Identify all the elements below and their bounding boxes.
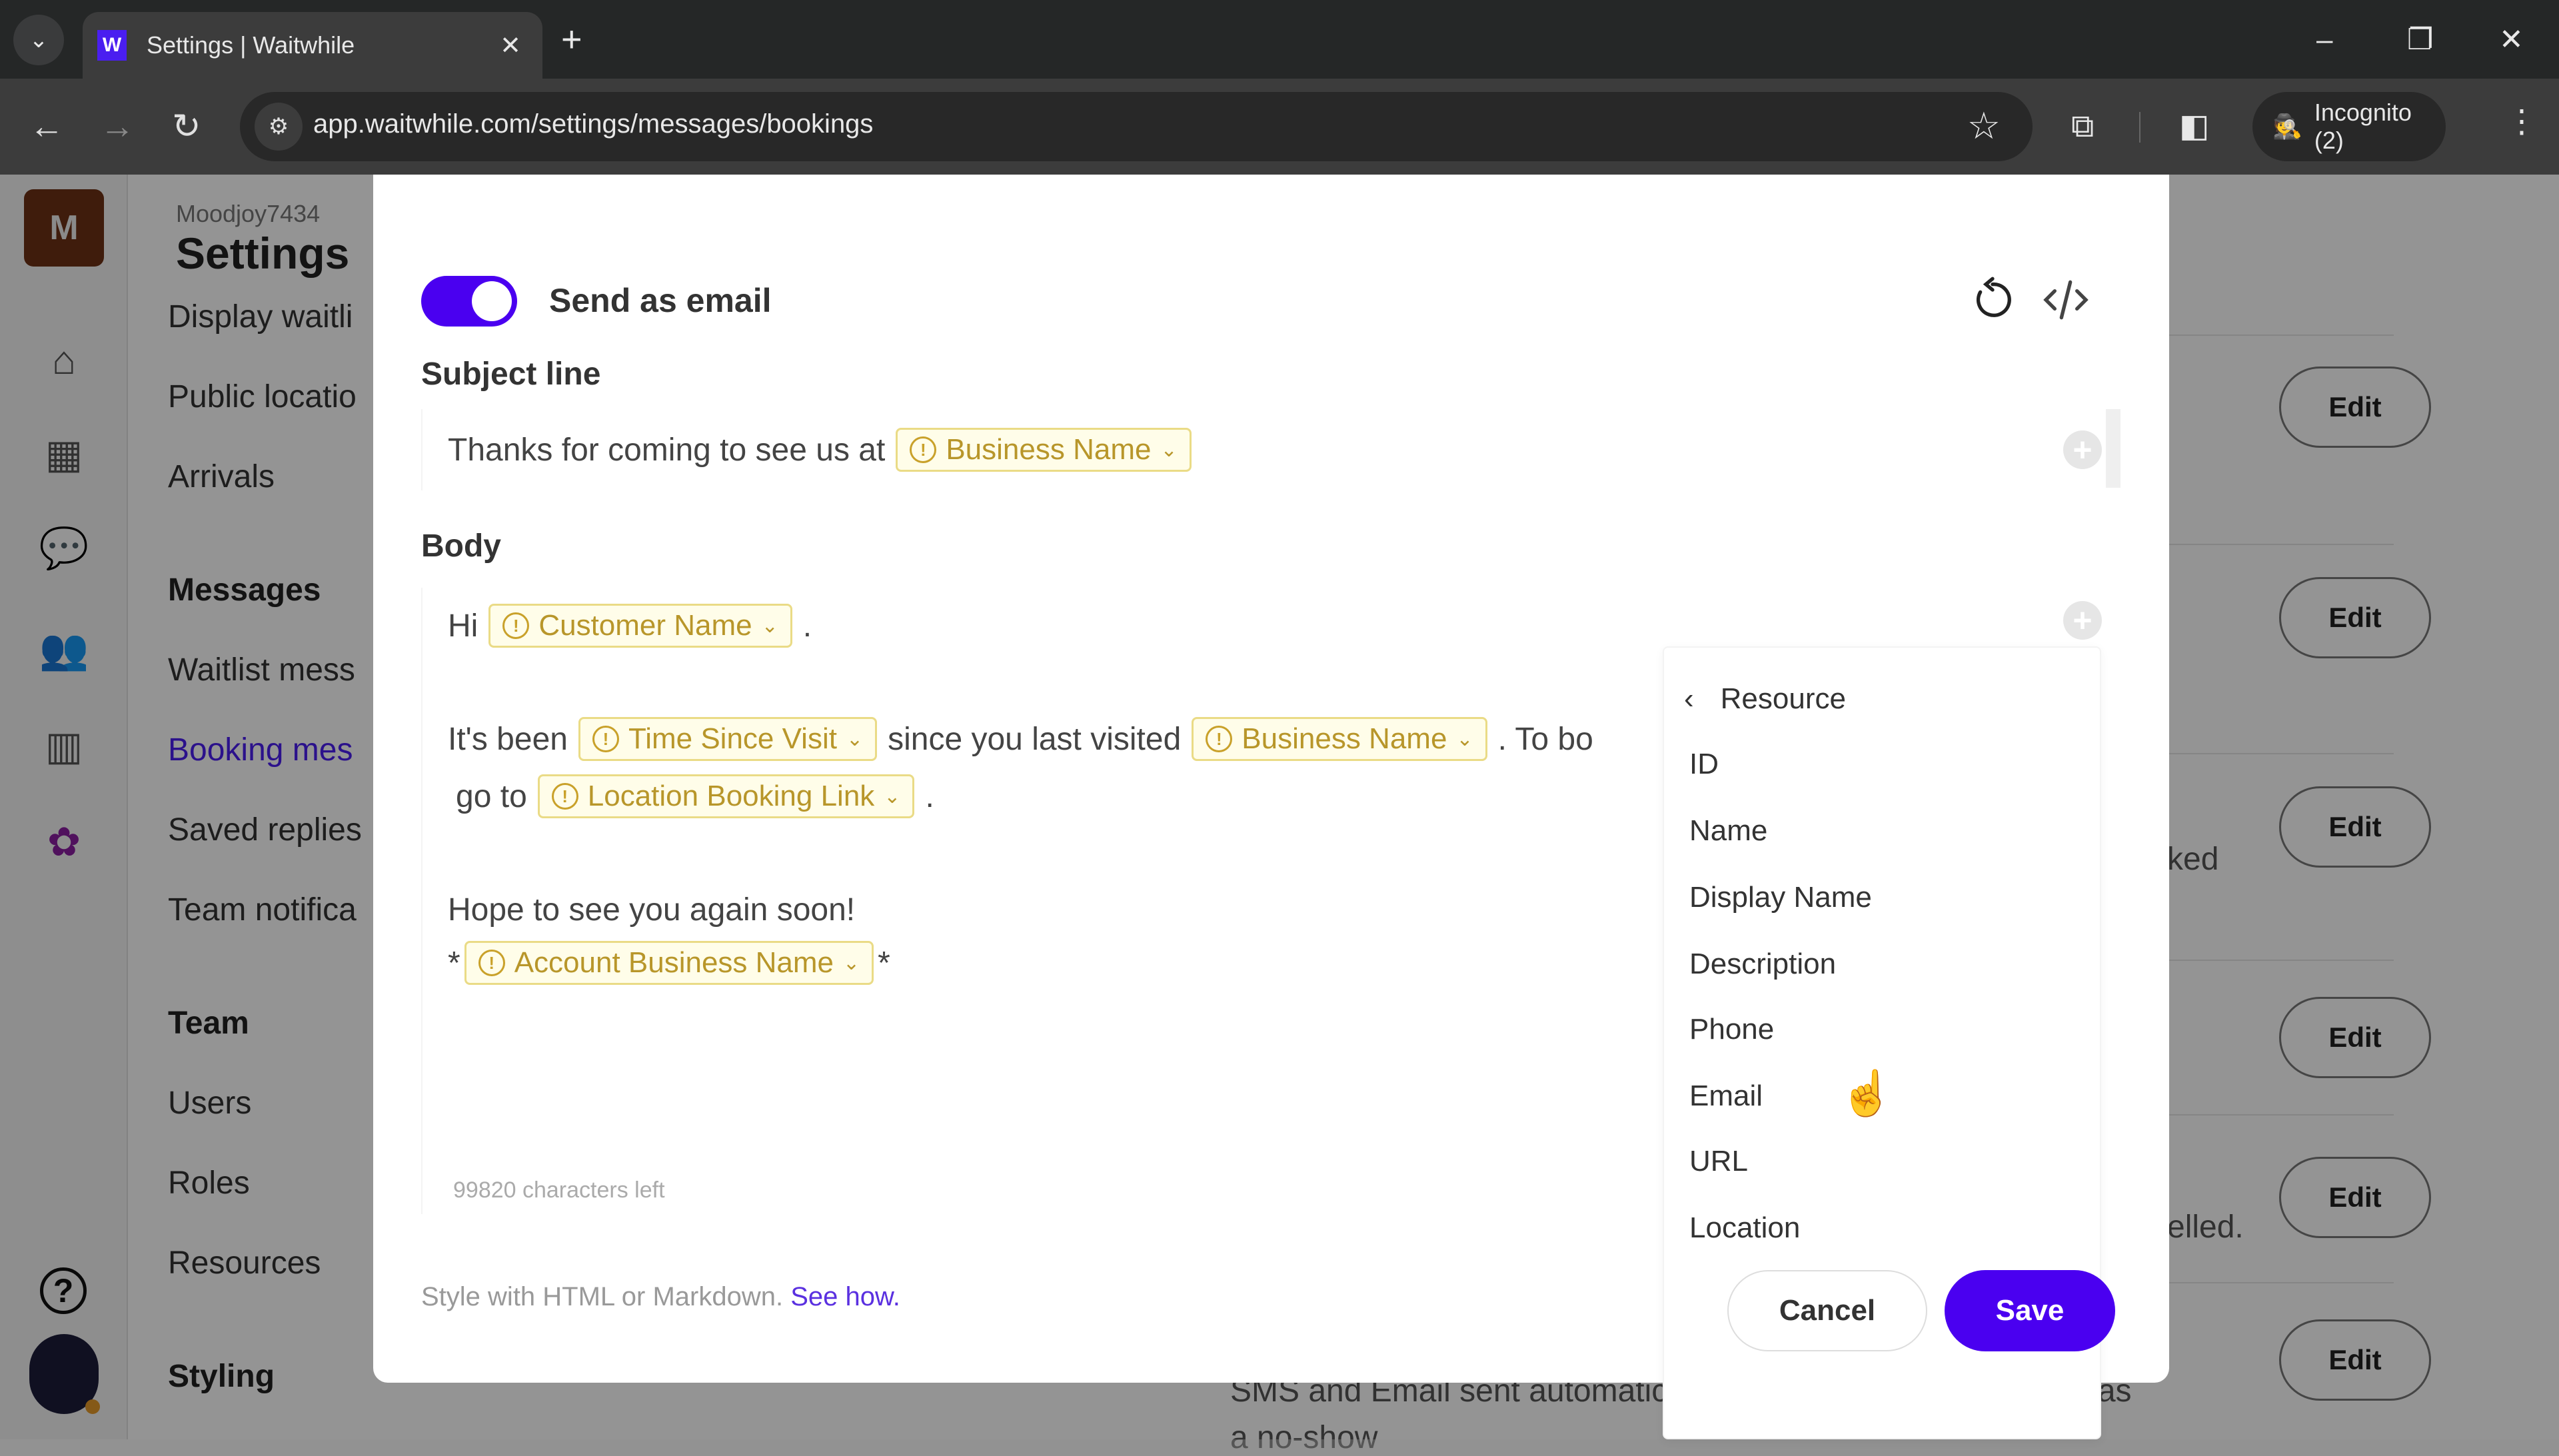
subject-line-input[interactable]: Thanks for coming to see us at ! Busines… [421,409,2101,490]
waitwhile-favicon-icon: W [97,30,127,61]
incognito-icon: 🕵 [2272,113,2302,140]
variable-chip-time-since-visit[interactable]: ! Time Since Visit ⌄ [578,717,878,761]
restore-icon[interactable]: ❐ [2407,13,2433,67]
chevron-down-icon: ⌄ [761,614,778,637]
chip-label: Time Since Visit [628,722,837,755]
warning-icon: ! [478,950,505,976]
warning-icon: ! [592,726,619,752]
chevron-down-icon: ⌄ [843,952,860,974]
hint-text: Style with HTML or Markdown. [421,1282,784,1311]
chip-label: Business Name [1242,722,1447,755]
address-bar[interactable]: ⚙ app.waitwhile.com/settings/messages/bo… [240,92,2033,161]
body-text: It's been [448,721,568,757]
tab-search-button[interactable]: ⌄ [13,15,64,65]
bookmark-star-icon[interactable]: ☆ [1967,104,2001,148]
body-text: since you last visited [888,721,1182,757]
dropdown-category-label: Resource [1720,682,1846,715]
chevron-down-icon: ⌄ [1160,438,1178,461]
chip-label: Location Booking Link [587,780,875,812]
chevron-down-icon: ⌄ [1456,728,1473,750]
variable-chip-location-booking-link[interactable]: ! Location Booking Link ⌄ [537,774,915,818]
browser-tab-active[interactable]: W Settings | Waitwhile ✕ [83,12,542,79]
incognito-label: Incognito (2) [2314,99,2412,154]
send-as-email-label: Send as email [549,282,772,319]
characters-left: 99820 characters left [453,1177,665,1203]
save-button[interactable]: Save [1945,1270,2115,1351]
pointer-cursor-icon: ☝ [1839,1068,1895,1117]
back-arrow-icon[interactable]: ← [29,105,64,148]
body-text: . [802,608,812,644]
site-info-icon[interactable]: ⚙ [255,103,303,151]
chip-label: Customer Name [538,609,752,642]
cancel-button[interactable]: Cancel [1727,1270,1927,1351]
reload-icon[interactable]: ↻ [172,105,201,148]
browser-tab-bar: ⌄ W Settings | Waitwhile ✕ + – ❐ ✕ [0,0,2559,79]
dropdown-item-email[interactable]: Email [1689,1080,1763,1113]
side-panel-icon[interactable]: ◧ [2179,107,2209,147]
window-close-icon[interactable]: ✕ [2499,13,2524,67]
warning-icon: ! [1206,726,1233,752]
dropdown-item-description[interactable]: Description [1689,948,1836,981]
body-text: * [448,945,460,981]
dropdown-back-button[interactable]: ‹ Resource [1684,682,1846,716]
url-text[interactable]: app.waitwhile.com/settings/messages/book… [313,109,873,139]
chip-label: Account Business Name [514,946,834,979]
body-label: Body [421,528,501,564]
chip-label: Business Name [946,433,1152,466]
warning-icon: ! [502,612,530,639]
body-text: Hi [448,608,478,644]
add-variable-icon[interactable]: + [2063,601,2102,640]
formatting-hint: Style with HTML or Markdown. See how. [421,1282,900,1312]
body-text: . To bo [1497,721,1593,757]
dropdown-item-name[interactable]: Name [1689,814,1767,848]
forward-arrow-icon[interactable]: → [100,105,135,148]
tab-title: Settings | Waitwhile [147,31,355,59]
chevron-down-icon: ⌄ [29,27,49,53]
send-as-email-toggle[interactable] [421,276,517,327]
code-icon[interactable] [2039,273,2093,327]
incognito-badge[interactable]: 🕵 Incognito (2) [2252,92,2446,161]
dropdown-item-phone[interactable]: Phone [1689,1013,1774,1046]
body-text: Hope to see you again soon! [448,892,856,928]
see-how-link[interactable]: See how. [790,1282,900,1311]
tab-close-icon[interactable]: ✕ [490,31,530,61]
dropdown-item-id[interactable]: ID [1689,748,1719,781]
variable-chip-account-business-name[interactable]: ! Account Business Name ⌄ [464,941,874,985]
add-variable-icon[interactable]: + [2063,430,2102,469]
chevron-down-icon: ⌄ [846,728,864,750]
body-text: go to [456,778,527,814]
chevron-down-icon: ⌄ [884,785,901,808]
variable-chip-business-name[interactable]: ! Business Name ⌄ [1192,717,1487,761]
dropdown-item-location[interactable]: Location [1689,1211,1800,1245]
new-tab-icon[interactable]: + [561,17,582,61]
chevron-left-icon: ‹ [1684,682,1694,715]
warning-icon: ! [910,436,937,463]
warning-icon: ! [551,783,578,810]
minimize-icon[interactable]: – [2316,13,2332,67]
reset-icon[interactable] [1966,273,2019,327]
edit-message-modal: Send as email Subject line Thanks for co… [373,175,2169,1439]
subject-scrollbar[interactable] [2106,409,2121,488]
variable-chip-customer-name[interactable]: ! Customer Name ⌄ [488,604,792,648]
browser-menu-icon[interactable]: ⋮ [2506,103,2538,140]
dropdown-item-display-name[interactable]: Display Name [1689,881,1872,914]
dropdown-item-url[interactable]: URL [1689,1145,1748,1178]
subject-text: Thanks for coming to see us at [448,432,886,468]
variable-chip-business-name[interactable]: ! Business Name ⌄ [896,428,1192,472]
body-text: * [878,945,890,981]
toggle-knob [472,281,512,321]
browser-toolbar: ← → ↻ ⚙ app.waitwhile.com/settings/messa… [0,79,2559,175]
subject-line-label: Subject line [421,357,601,392]
extensions-icon[interactable]: ⧉ [2071,107,2094,147]
body-text: . [925,778,934,814]
toolbar-divider [2139,112,2140,143]
